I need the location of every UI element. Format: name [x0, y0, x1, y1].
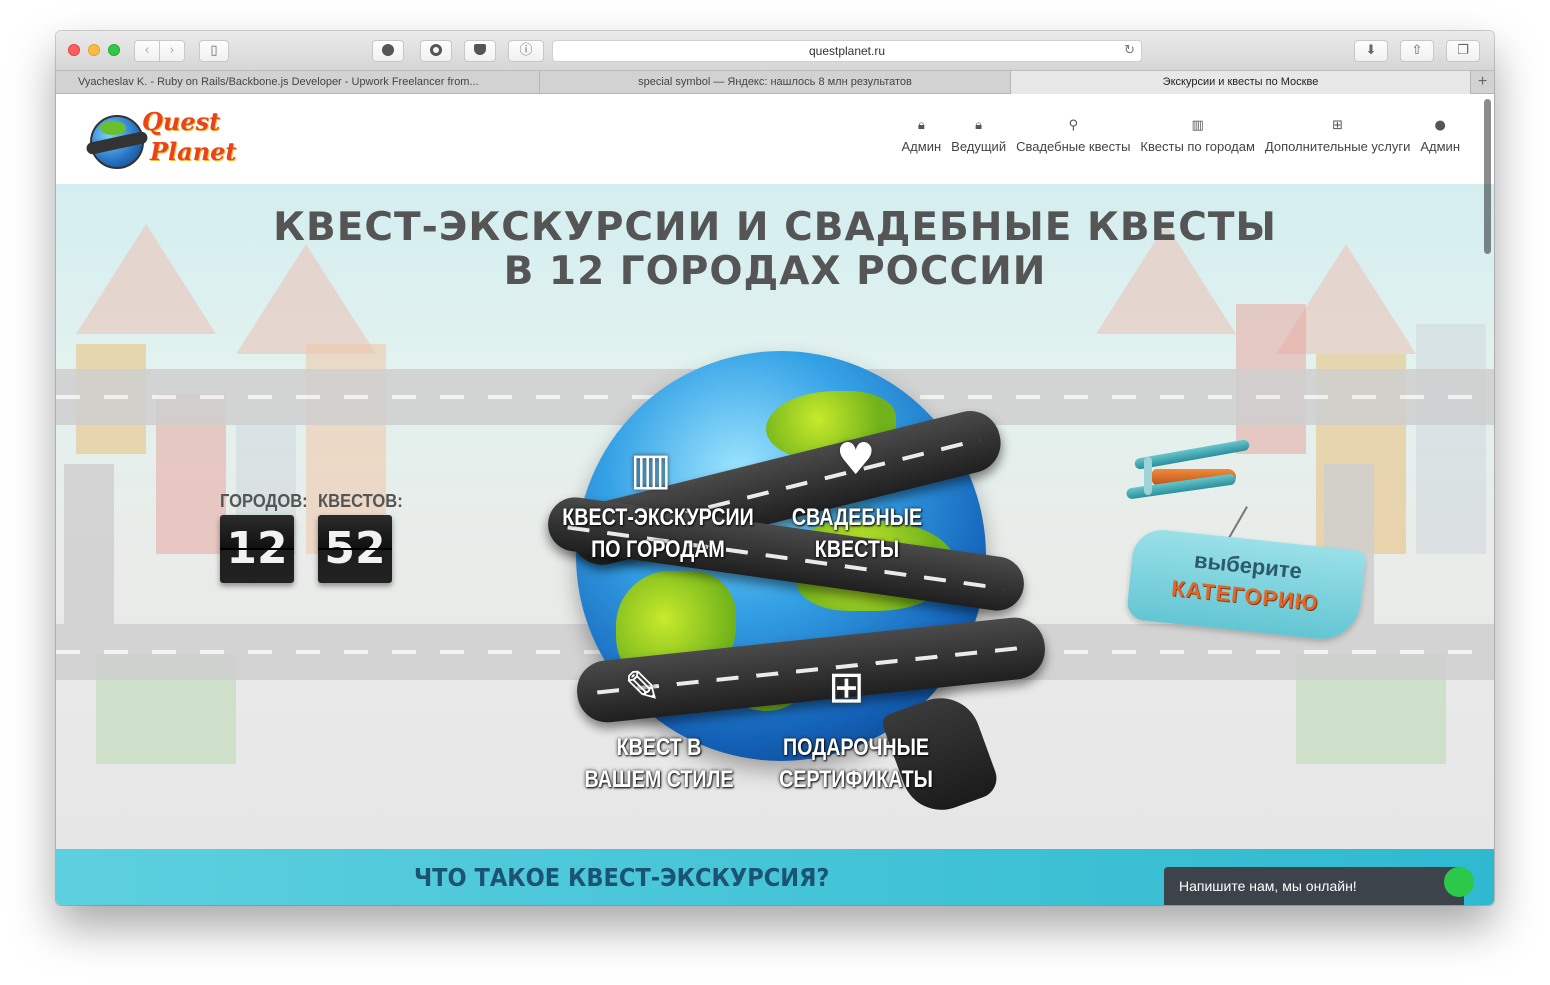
- nav-item-label: Дополнительные услуги: [1264, 139, 1411, 154]
- forward-button[interactable]: ›: [159, 40, 185, 62]
- nav-item-admin[interactable]: 🔒︎ Админ: [902, 117, 942, 154]
- browser-tab-yandex[interactable]: special symbol — Яндекс: нашлось 8 млн р…: [540, 71, 1011, 94]
- category-label-line2: ВАШЕМ СТИЛЕ: [584, 766, 734, 793]
- category-label-line1: ПОДАРОЧНЫЕ: [782, 734, 930, 761]
- maximize-window-button[interactable]: [108, 44, 120, 56]
- nav-item-label: Свадебные квесты: [1016, 139, 1131, 154]
- show-tabs-button[interactable]: ❐: [1446, 40, 1480, 62]
- plane-propeller: [1144, 457, 1152, 495]
- category-city-excursions[interactable]: КВЕСТ-ЭКСКУРСИИ ПО ГОРОДАМ: [560, 502, 757, 566]
- gift-icon: ⊞: [1332, 118, 1344, 133]
- browser-tab-upwork[interactable]: Vyacheslav K. - Ruby on Rails/Backbone.j…: [56, 71, 540, 94]
- section-title: ЧТО ТАКОЕ КВЕСТ-ЭКСКУРСИЯ?: [414, 863, 830, 892]
- scrollbar-thumb[interactable]: [1484, 99, 1491, 254]
- hero-section: КВЕСТ-ЭКСКУРСИИ И СВАДЕБНЫЕ КВЕСТЫ В 12 …: [56, 184, 1494, 849]
- chat-widget[interactable]: Напишите нам, мы онлайн!: [1164, 867, 1474, 905]
- category-label-line1: СВАДЕБНЫЕ: [791, 504, 923, 531]
- building-decoration: [1416, 324, 1486, 554]
- shield-icon: [382, 43, 394, 56]
- category-label-line1: КВЕСТ В: [616, 734, 702, 761]
- browser-tab-active[interactable]: Экскурсии и квесты по Москве: [1011, 71, 1471, 94]
- info-button[interactable]: ⓘ: [508, 40, 544, 62]
- category-wedding-quests[interactable]: СВАДЕБНЫЕ КВЕСТЫ: [787, 502, 926, 566]
- category-label-line1: КВЕСТ-ЭКСКУРСИИ: [562, 504, 754, 531]
- logo-text-quest: Quest: [142, 107, 221, 136]
- category-label-line2: СЕРТИФИКАТЫ: [779, 766, 933, 793]
- city-icon: ▥: [630, 444, 672, 495]
- category-gift-certificates[interactable]: ПОДАРОЧНЫЕ СЕРТИФИКАТЫ: [774, 732, 938, 796]
- nav-item-host[interactable]: 🔒︎ Ведущий: [951, 117, 1006, 154]
- page-viewport: Quest Planet 🔒︎ Админ 🔒︎ Ведущий ⚲ Сваде…: [56, 95, 1494, 905]
- site-header: Quest Planet 🔒︎ Админ 🔒︎ Ведущий ⚲ Сваде…: [56, 95, 1494, 184]
- online-status-icon: [1444, 867, 1474, 897]
- user-icon: ●: [1434, 118, 1446, 133]
- nav-item-city-quests[interactable]: ▥ Квесты по городам: [1140, 117, 1254, 154]
- tab-bar: Vyacheslav K. - Ruby on Rails/Backbone.j…: [56, 71, 1494, 94]
- hero-title-line-1: КВЕСТ-ЭКСКУРСИИ И СВАДЕБНЫЕ КВЕСТЫ: [273, 205, 1277, 250]
- extension-button-1[interactable]: [372, 40, 404, 62]
- nav-item-label: Ведущий: [951, 139, 1007, 154]
- category-label-line2: ПО ГОРОДАМ: [591, 536, 725, 563]
- nav-item-admin-user[interactable]: ● Админ: [1420, 117, 1460, 154]
- site-logo[interactable]: Quest Planet: [85, 103, 237, 169]
- cities-counter-label: ГОРОДОВ:: [220, 491, 308, 511]
- quests-counter: 52: [318, 515, 392, 583]
- palette-icon: ✎: [624, 662, 661, 713]
- main-nav: 🔒︎ Админ 🔒︎ Ведущий ⚲ Свадебные квесты ▥…: [892, 117, 1460, 154]
- couple-icon: ⚲: [1068, 118, 1079, 133]
- nav-item-label: Админ: [1420, 139, 1460, 154]
- chevron-left-icon: ‹: [144, 43, 150, 58]
- quests-counter-label: КВЕСТОВ:: [318, 491, 403, 511]
- address-bar-url: questplanet.ru: [808, 44, 886, 58]
- share-button[interactable]: ⇧: [1400, 40, 1434, 62]
- minimize-window-button[interactable]: [88, 44, 100, 56]
- lock-icon: 🔒︎: [917, 118, 925, 133]
- new-tab-button[interactable]: +: [1471, 71, 1494, 94]
- screen: ‹ › ▯ ⓘ questplanet.ru ↻ ⬇ ⇧ ❐ Vyachesla…: [0, 0, 1550, 985]
- sidebar-icon: ▯: [210, 43, 218, 58]
- cities-counter: 12: [220, 515, 294, 583]
- gift-icon: ⊞: [828, 662, 865, 713]
- nav-item-extra-services[interactable]: ⊞ Дополнительные услуги: [1265, 117, 1410, 154]
- logo-land: [100, 121, 126, 135]
- close-window-button[interactable]: [68, 44, 80, 56]
- nav-item-wedding-quests[interactable]: ⚲ Свадебные квесты: [1016, 117, 1130, 154]
- info-icon: ⓘ: [519, 43, 533, 58]
- back-button[interactable]: ‹: [134, 40, 160, 62]
- pocket-icon: [474, 44, 486, 55]
- road-decoration: [64, 464, 114, 624]
- chat-widget-label: Напишите нам, мы онлайн!: [1179, 878, 1357, 894]
- record-icon: [430, 43, 442, 56]
- nav-item-label: Админ: [901, 139, 942, 154]
- biplane-illustration: [1124, 439, 1251, 509]
- chevron-right-icon: ›: [169, 43, 175, 58]
- logo-text-planet: Planet: [150, 137, 237, 166]
- category-custom-style[interactable]: КВЕСТ В ВАШЕМ СТИЛЕ: [581, 732, 737, 796]
- page-scrollbar[interactable]: [1480, 95, 1494, 905]
- pocket-button[interactable]: [464, 40, 496, 62]
- downloads-button[interactable]: ⬇: [1354, 40, 1388, 62]
- city-icon: ▥: [1191, 118, 1204, 133]
- lock-icon: 🔒︎: [975, 118, 983, 133]
- browser-toolbar: ‹ › ▯ ⓘ questplanet.ru ↻ ⬇ ⇧ ❐: [56, 31, 1494, 71]
- download-icon: ⬇: [1365, 43, 1377, 58]
- reload-icon[interactable]: ↻: [1124, 41, 1135, 61]
- nav-item-label: Квесты по городам: [1140, 139, 1255, 154]
- tabs-icon: ❐: [1457, 43, 1469, 58]
- address-bar[interactable]: questplanet.ru ↻: [552, 40, 1142, 62]
- category-label-line2: КВЕСТЫ: [814, 536, 900, 563]
- share-icon: ⇧: [1411, 43, 1423, 58]
- browser-window: ‹ › ▯ ⓘ questplanet.ru ↻ ⬇ ⇧ ❐ Vyachesla…: [56, 31, 1494, 905]
- sidebar-toggle-button[interactable]: ▯: [199, 40, 229, 62]
- hero-title-line-2: В 12 ГОРОДАХ РОССИИ: [503, 249, 1047, 294]
- plus-icon: +: [1477, 73, 1488, 90]
- wedding-couple-icon: ♥: [836, 434, 876, 485]
- extension-button-2[interactable]: [420, 40, 452, 62]
